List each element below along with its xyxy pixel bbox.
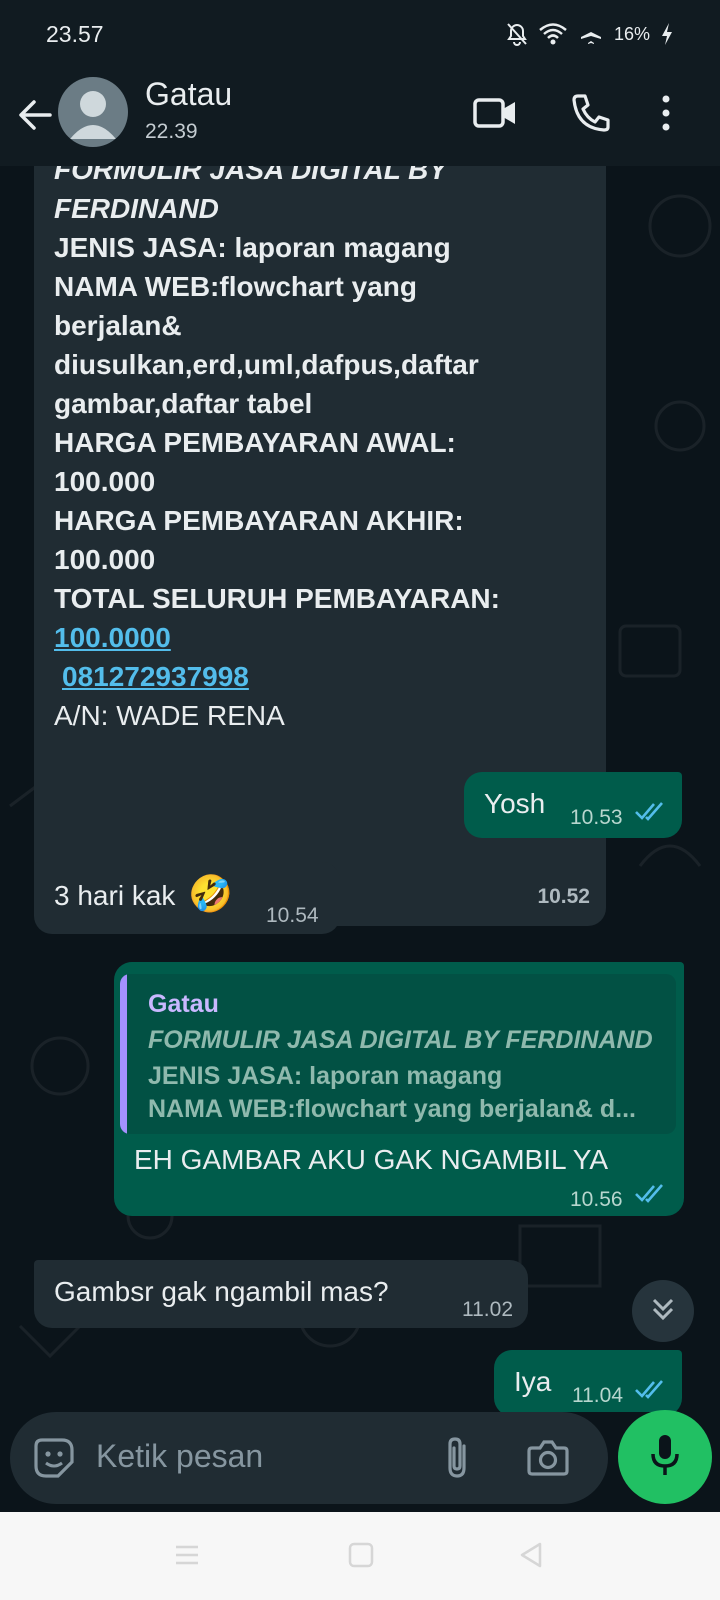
more-vert-icon[interactable] (651, 88, 681, 138)
back-nav-icon[interactable] (516, 1540, 546, 1575)
message-time: 10.54 (266, 904, 319, 927)
quote-author: Gatau (148, 990, 219, 1018)
message-time: 10.56 (570, 1188, 623, 1211)
battery-charging-icon (660, 22, 674, 46)
attach-icon[interactable] (442, 1434, 472, 1487)
message-incoming-gambsr[interactable]: Gambsr gak ngambil mas? 11.02 (34, 1260, 528, 1328)
phone-icon[interactable] (566, 88, 616, 138)
home-nav-icon[interactable] (346, 1540, 376, 1575)
video-call-icon[interactable] (470, 88, 520, 138)
contact-subtitle: 22.39 (145, 120, 198, 143)
message-time: 10.53 (570, 806, 623, 829)
chat-header: Gatau 22.39 (0, 68, 720, 166)
message-text: Iya (514, 1366, 552, 1397)
chat-area[interactable]: FORMULIR JASA DIGITAL BY FERDINAND JENIS… (0, 166, 720, 1412)
message-line: FERDINAND (54, 193, 219, 224)
message-line: JENIS JASA: laporan magang (54, 232, 451, 263)
mic-icon (648, 1432, 682, 1483)
airplane-icon (578, 22, 604, 46)
message-time: 10.52 (537, 885, 590, 908)
message-incoming-3-hari[interactable]: 3 hari kak 🤣 10.54 (34, 862, 340, 934)
mic-button[interactable] (618, 1410, 712, 1504)
quoted-message[interactable]: Gatau FORMULIR JASA DIGITAL BY FERDINAND… (120, 974, 676, 1134)
wifi-icon (538, 22, 568, 46)
contact-name[interactable]: Gatau (145, 76, 232, 113)
message-line: 100.000 (54, 544, 156, 575)
message-input[interactable]: Ketik pesan (96, 1438, 263, 1475)
avatar[interactable] (58, 77, 128, 147)
message-line: FORMULIR JASA DIGITAL BY (54, 166, 448, 185)
message-text: Gambsr gak ngambil mas? (54, 1276, 389, 1307)
message-line: HARGA PEMBAYARAN AKHIR: (54, 505, 464, 536)
message-line: A/N: WADE RENA (54, 700, 285, 731)
message-line: diusulkan,erd,uml,dafpus,daftar (54, 349, 479, 380)
message-text: 3 hari kak (54, 880, 176, 911)
quote-line: JENIS JASA: laporan magang (148, 1062, 503, 1090)
message-line: TOTAL SELURUH PEMBAYARAN: (54, 583, 500, 614)
message-outgoing-iya[interactable]: Iya 11.04 (494, 1350, 682, 1412)
battery-level: 16% (613, 23, 650, 44)
message-line: 100.000 (54, 466, 156, 497)
status-icons: 16% (506, 22, 674, 46)
message-outgoing-yosh[interactable]: Yosh 10.53 (464, 772, 682, 838)
message-line: HARGA PEMBAYARAN AWAL: (54, 427, 456, 458)
back-arrow-icon[interactable] (14, 94, 56, 136)
message-line: berjalan& (54, 310, 182, 341)
rofl-emoji-icon: 🤣 (188, 873, 233, 914)
message-time: 11.04 (572, 1384, 623, 1407)
menu-nav-icon[interactable] (172, 1540, 202, 1575)
message-text: EH GAMBAR AKU GAK NGAMBIL YA (134, 1144, 609, 1175)
message-time: 11.02 (462, 1298, 513, 1321)
status-time: 23.57 (46, 20, 104, 47)
message-input-bar[interactable]: Ketik pesan (10, 1412, 608, 1504)
message-line: gambar,daftar tabel (54, 388, 313, 419)
emoji-icon[interactable] (32, 1436, 76, 1485)
read-ticks-icon (635, 1380, 663, 1399)
quote-bar (120, 974, 127, 1134)
message-line: NAMA WEB:flowchart yang (54, 271, 417, 302)
quote-line: NAMA WEB:flowchart yang berjalan& d... (148, 1095, 637, 1123)
status-bar: 23.57 16% (0, 0, 720, 68)
camera-icon[interactable] (526, 1436, 570, 1483)
system-nav-bar (0, 1512, 720, 1600)
scroll-down-icon (648, 1294, 678, 1329)
message-link-amount[interactable]: 100.0000 (54, 618, 586, 657)
read-ticks-icon (635, 1184, 663, 1203)
read-ticks-icon (635, 802, 663, 821)
mute-icon (506, 22, 528, 46)
scroll-down-button[interactable] (632, 1280, 694, 1342)
message-link-phone[interactable]: 081272937998 (62, 661, 249, 692)
quote-line: FORMULIR JASA DIGITAL BY FERDINAND (148, 1026, 653, 1054)
message-text: Yosh (484, 788, 546, 819)
